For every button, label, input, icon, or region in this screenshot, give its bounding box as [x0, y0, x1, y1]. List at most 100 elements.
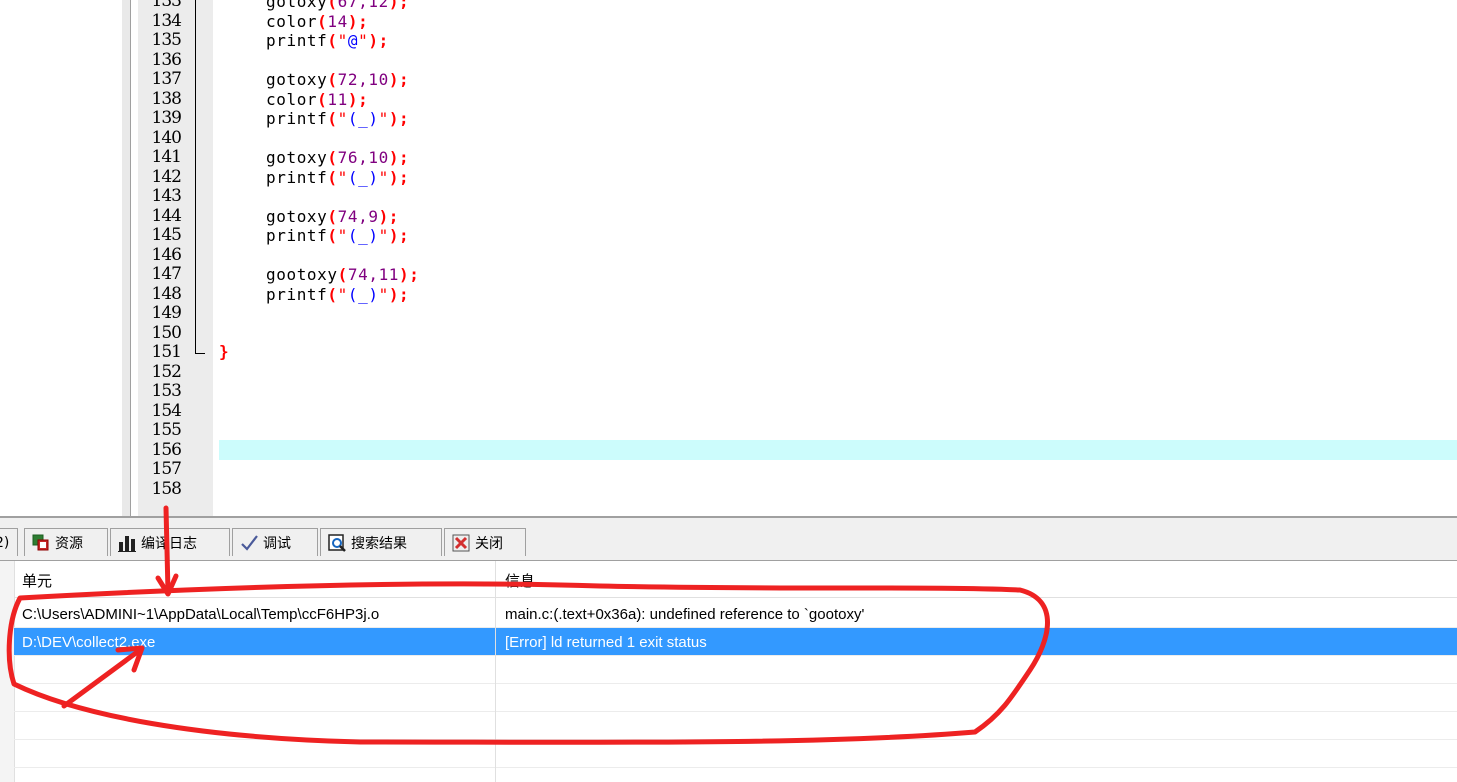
line-number: 148 — [151, 283, 182, 304]
code-line[interactable]: printf("(_)"); — [266, 109, 409, 129]
line-number-gutter: 133 134 135 136 137 138 139 140 141 142 143 144 145 1… — [138, 0, 213, 516]
line-number: 155 — [151, 420, 182, 440]
line-number: 138 — [151, 88, 182, 109]
tab-compile-log-label: 编译日志 — [141, 535, 197, 552]
column-header-unit[interactable]: 单元 — [22, 561, 52, 598]
left-panel — [0, 0, 123, 520]
line-number: 136 — [151, 49, 182, 70]
line-number: 145 — [151, 225, 182, 245]
code-args: 74,9 — [337, 206, 379, 226]
panel-splitter[interactable] — [122, 0, 131, 520]
line-number: 157 — [151, 459, 182, 479]
table-row[interactable]: C:\Users\ADMINI~1\AppData\Local\Temp\ccF… — [14, 600, 1457, 628]
compile-results-table: 单元 信息 C:\Users\ADMINI~1\AppData\Local\Te… — [0, 561, 1457, 782]
line-number: 154 — [151, 400, 182, 421]
line-number: 140 — [151, 127, 182, 148]
line-number: 153 — [151, 381, 182, 401]
tab-search-results[interactable]: 搜索结果 — [320, 528, 442, 556]
code-string: (_) — [347, 167, 379, 187]
code-function: printf — [266, 167, 328, 187]
code-args: 14 — [327, 11, 348, 31]
code-function: color — [266, 11, 318, 31]
tab-compiler[interactable]: 2) — [0, 528, 18, 556]
header-divider — [14, 597, 1457, 598]
cell-unit: C:\Users\ADMINI~1\AppData\Local\Temp\ccF… — [22, 606, 380, 623]
code-function: printf — [266, 226, 328, 245]
code-function: gotoxy — [266, 206, 328, 226]
code-line[interactable]: printf("(_)"); — [266, 226, 409, 246]
line-number: 152 — [151, 361, 182, 382]
line-number: 137 — [151, 69, 182, 89]
row-header-column — [0, 561, 15, 782]
code-function: gootoxy — [266, 265, 338, 284]
tab-close-label: 关闭 — [475, 535, 503, 552]
table-row-selected[interactable]: D:\DEV\collect2.exe [Error] ld returned … — [14, 628, 1457, 656]
line-number: 142 — [151, 166, 182, 187]
resources-icon — [31, 533, 51, 553]
close-tab-icon — [451, 533, 471, 553]
code-line[interactable]: color(14); — [266, 12, 368, 32]
fold-guide-end — [195, 353, 205, 354]
cell-message: main.c:(.text+0x36a): undefined referenc… — [505, 606, 865, 623]
code-function: printf — [266, 31, 328, 50]
code-line[interactable]: color(11); — [266, 90, 368, 110]
tab-resources[interactable]: 资源 — [24, 528, 108, 556]
line-number: 135 — [151, 30, 182, 50]
code-string: (_) — [347, 109, 379, 128]
fold-guide — [195, 0, 196, 353]
code-args: 74,11 — [347, 265, 400, 284]
tab-close[interactable]: 关闭 — [444, 528, 526, 556]
code-function: color — [266, 89, 318, 109]
line-number: 144 — [151, 205, 182, 226]
line-number: 141 — [151, 147, 182, 167]
line-number: 147 — [151, 264, 182, 284]
table-row-empty[interactable] — [14, 656, 1457, 684]
line-number: 151 — [151, 342, 182, 362]
cell-unit: D:\DEV\collect2.exe — [22, 634, 156, 651]
line-number: 149 — [151, 303, 182, 323]
code-line[interactable]: gotoxy(74,9); — [266, 207, 399, 227]
line-number: 158 — [151, 478, 182, 499]
code-args: 76,10 — [337, 148, 389, 167]
code-args: 11 — [327, 89, 348, 109]
column-header-message[interactable]: 信息 — [505, 561, 535, 598]
code-line[interactable]: printf("@"); — [266, 31, 389, 51]
cell-message: [Error] ld returned 1 exit status — [505, 634, 707, 651]
bottom-tab-bar: 2) 资源 编译日志 调试 — [0, 518, 1457, 561]
code-args: 72,10 — [337, 70, 389, 89]
table-row-empty[interactable] — [14, 684, 1457, 712]
code-line[interactable]: gotoxy(67,12); — [266, 0, 409, 12]
closing-brace: } — [219, 342, 229, 361]
line-number: 139 — [151, 108, 182, 128]
table-row-empty[interactable] — [14, 740, 1457, 768]
line-number: 146 — [151, 244, 182, 265]
compile-log-icon — [117, 533, 137, 553]
code-line[interactable]: gotoxy(76,10); — [266, 148, 409, 168]
column-divider — [495, 561, 496, 782]
tab-search-results-label: 搜索结果 — [351, 535, 407, 552]
code-string: @ — [347, 31, 359, 50]
code-function: gotoxy — [266, 70, 328, 89]
current-line-highlight — [219, 440, 1457, 460]
code-string: (_) — [347, 284, 379, 304]
tab-compile-log[interactable]: 编译日志 — [110, 528, 230, 556]
code-args: 67,12 — [337, 0, 389, 11]
search-results-icon — [327, 533, 347, 553]
code-line[interactable]: printf("(_)"); — [266, 168, 409, 188]
code-line[interactable]: gotoxy(72,10); — [266, 70, 409, 90]
line-number: 150 — [151, 322, 182, 343]
tab-resources-label: 资源 — [55, 535, 83, 552]
code-function: printf — [266, 109, 328, 128]
code-function: printf — [266, 284, 328, 304]
table-row-empty[interactable] — [14, 712, 1457, 740]
code-function: gotoxy — [266, 0, 328, 11]
tab-debug-label: 调试 — [263, 535, 291, 552]
line-number: 134 — [151, 10, 182, 31]
line-number: 156 — [151, 439, 182, 460]
code-line[interactable]: printf("(_)"); — [266, 285, 409, 305]
tab-debug[interactable]: 调试 — [232, 528, 318, 556]
line-number: 133 — [151, 0, 182, 11]
code-line[interactable]: gootoxy(74,11); — [266, 265, 420, 285]
code-function: gotoxy — [266, 148, 328, 167]
line-number: 143 — [151, 186, 182, 206]
